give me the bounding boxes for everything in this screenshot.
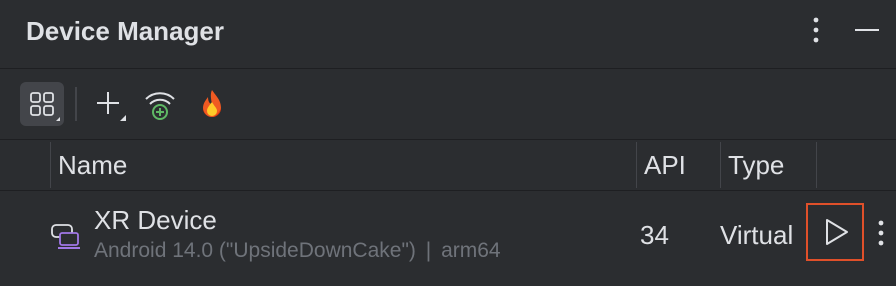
details-separator: | <box>425 239 432 262</box>
device-name: XR Device <box>94 205 217 235</box>
xr-headset-icon <box>50 223 82 251</box>
device-details: Android 14.0 ("UpsideDownCake") | arm64 <box>94 239 501 263</box>
column-separator[interactable] <box>50 142 51 188</box>
table-header: Name API Type <box>0 140 896 191</box>
column-header-type[interactable]: Type <box>728 150 784 181</box>
play-icon <box>808 205 862 259</box>
table-row[interactable]: XR Device Android 14.0 ("UpsideDownCake"… <box>0 191 896 286</box>
options-kebab-icon[interactable] <box>806 14 826 46</box>
device-grid-button[interactable] <box>20 82 64 126</box>
launch-device-button[interactable] <box>806 203 864 261</box>
firebase-icon <box>190 82 234 126</box>
pair-wifi-button[interactable] <box>138 82 182 126</box>
wifi-pair-icon <box>138 82 182 126</box>
add-device-button[interactable] <box>86 82 130 126</box>
kebab-menu-icon[interactable] <box>872 215 890 251</box>
device-os: Android 14.0 ("UpsideDownCake") <box>94 239 416 262</box>
device-type: Virtual <box>720 220 794 250</box>
column-separator[interactable] <box>720 142 721 188</box>
panel-title: Device Manager <box>26 16 224 46</box>
column-separator[interactable] <box>816 142 817 188</box>
firebase-button[interactable] <box>190 82 234 126</box>
column-separator[interactable] <box>636 142 637 188</box>
column-header-name[interactable]: Name <box>58 150 127 181</box>
device-grid-icon <box>20 82 64 126</box>
column-header-api[interactable]: API <box>644 150 686 181</box>
toolbar <box>0 69 896 140</box>
panel-header: Device Manager <box>0 0 896 69</box>
minimize-icon[interactable] <box>852 14 882 46</box>
add-device-icon <box>86 82 130 126</box>
device-api-level: 34 <box>640 220 669 250</box>
device-arch: arm64 <box>441 239 501 262</box>
toolbar-separator <box>75 87 77 121</box>
